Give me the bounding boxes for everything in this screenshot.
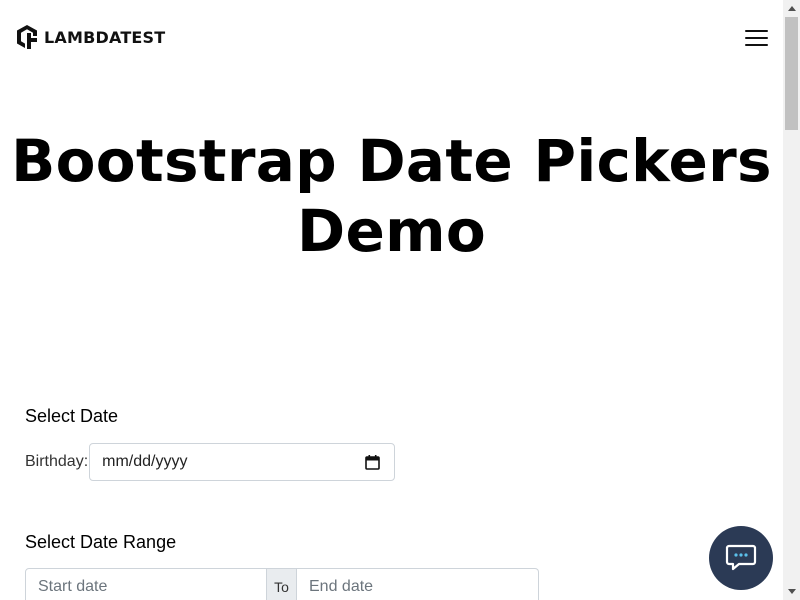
site-header: LAMBDATEST	[0, 0, 783, 76]
birthday-date-input[interactable]: mm/dd/yyyy	[89, 443, 396, 481]
select-date-range-heading: Select Date Range	[25, 532, 177, 552]
page-title-line1: Bootstrap Date Pickers	[11, 127, 772, 195]
start-date-input[interactable]: Start date	[25, 568, 267, 600]
date-range-group: Start date To End date	[25, 568, 539, 600]
calendar-icon[interactable]	[365, 455, 380, 470]
scroll-down-arrow-icon[interactable]	[783, 583, 800, 600]
scroll-up-arrow-icon[interactable]	[783, 0, 800, 17]
end-date-input[interactable]: End date	[297, 568, 539, 600]
menu-bar	[745, 37, 768, 39]
brand-name: LAMBDATEST	[44, 27, 166, 47]
birthday-label: Birthday:	[25, 453, 89, 470]
select-date-heading: Select Date	[25, 406, 119, 426]
menu-bar	[745, 44, 768, 46]
menu-bar	[745, 30, 768, 32]
range-separator: To	[267, 568, 297, 600]
page-title-line2: Demo	[297, 197, 486, 265]
chat-bubble-icon	[725, 544, 757, 571]
scrollbar-thumb[interactable]	[785, 17, 798, 130]
page-title: Bootstrap Date Pickers Demo	[0, 126, 783, 266]
birthday-row: Birthday: mm/dd/yyyy	[25, 443, 396, 481]
page: LAMBDATEST Bootstrap Date Pickers Demo S…	[0, 0, 783, 600]
lambdatest-logo-icon	[17, 25, 37, 49]
birthday-placeholder: mm/dd/yyyy	[102, 453, 188, 470]
chat-button[interactable]	[709, 526, 773, 590]
brand-logo[interactable]: LAMBDATEST	[15, 24, 165, 50]
vertical-scrollbar[interactable]	[783, 0, 800, 600]
hamburger-menu-icon[interactable]	[745, 29, 769, 47]
